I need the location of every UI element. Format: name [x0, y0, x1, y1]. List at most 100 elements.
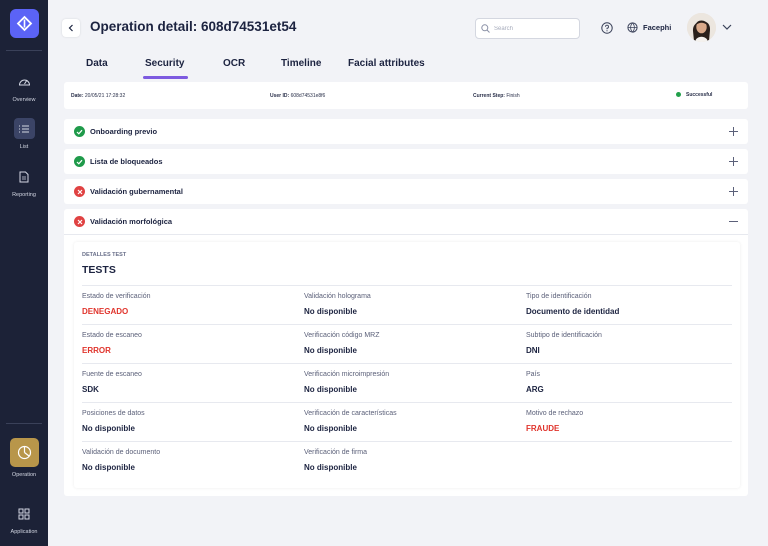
field-label: Tipo de identificación: [526, 293, 592, 300]
field-value: SDK: [82, 385, 99, 394]
globe-icon: [627, 22, 638, 33]
accordion-lista-bloqueados[interactable]: Lista de bloqueados: [64, 149, 748, 174]
user-menu[interactable]: Facephi: [627, 22, 671, 33]
field-label: Subtipo de identificación: [526, 332, 602, 339]
tab-security[interactable]: Security: [145, 58, 184, 69]
help-icon[interactable]: [601, 22, 613, 34]
detail-field: Estado de escaneo ERROR: [82, 324, 304, 363]
sidebar-item-label: Reporting: [12, 192, 36, 198]
field-value: No disponible: [82, 463, 135, 472]
field-value: No disponible: [82, 424, 135, 433]
date-value: 20/05/21 17:28:32: [84, 93, 126, 99]
field-value: No disponible: [304, 385, 357, 394]
active-tab-indicator: [143, 76, 188, 79]
row-divider: [82, 285, 732, 286]
document-icon: [14, 166, 35, 187]
test-details-card: DETALLES TEST TESTS Estado de verificaci…: [74, 242, 740, 488]
field-value: ERROR: [82, 346, 111, 355]
search-box[interactable]: [475, 18, 580, 39]
accordion-validacion-gubernamental[interactable]: Validación gubernamental: [64, 179, 748, 204]
speedometer-icon: [14, 71, 35, 92]
detail-field: Verificación de firma No disponible: [304, 441, 526, 480]
plus-icon[interactable]: [728, 126, 739, 137]
sidebar-divider: [6, 50, 42, 51]
field-value: FRAUDE: [526, 424, 560, 433]
accordion-validacion-morfologica[interactable]: Validación morfológica: [64, 209, 748, 234]
sidebar: Overview List Reporting Operation Applic…: [0, 0, 48, 546]
sidebar-item-list[interactable]: List: [0, 118, 48, 150]
plus-icon[interactable]: [728, 186, 739, 197]
tab-ocr[interactable]: OCR: [223, 58, 245, 69]
grid-icon: [14, 503, 35, 524]
field-value: No disponible: [304, 307, 357, 316]
current-step-info: Current Step: Finish: [473, 93, 520, 99]
field-value: ARG: [526, 385, 544, 394]
date-label: Date:: [71, 93, 84, 99]
search-input[interactable]: [494, 25, 574, 32]
row-divider: [82, 324, 732, 325]
back-button[interactable]: [62, 19, 80, 37]
current-step-value: Finish: [506, 93, 520, 99]
error-x-icon: [74, 216, 85, 227]
detail-field: País ARG: [526, 363, 748, 402]
detail-field: Verificación microimpresión No disponible: [304, 363, 526, 402]
field-label: Estado de verificación: [82, 293, 151, 300]
divider: [64, 234, 748, 235]
field-value: No disponible: [304, 346, 357, 355]
status-badge: Successful: [676, 92, 712, 98]
detail-field: Tipo de identificación Documento de ident…: [526, 285, 748, 324]
sidebar-item-label: List: [19, 144, 29, 150]
tab-facial-attributes[interactable]: Facial attributes: [348, 58, 425, 69]
field-label: Verificación microimpresión: [304, 371, 390, 378]
field-label: Verificación código MRZ: [304, 332, 380, 339]
sidebar-item-overview[interactable]: Overview: [0, 71, 48, 103]
sidebar-item-operation[interactable]: Operation: [0, 438, 48, 478]
user-id-label: User ID:: [270, 93, 290, 99]
field-label: Motivo de rechazo: [526, 410, 584, 417]
detail-field: Posiciones de datos No disponible: [82, 402, 304, 441]
field-label: Estado de escaneo: [82, 332, 142, 339]
chevron-down-icon[interactable]: [722, 24, 732, 30]
accordion-title: Lista de bloqueados: [90, 157, 163, 166]
user-avatar-icon: [687, 13, 716, 42]
detail-field: Validación holograma No disponible: [304, 285, 526, 324]
field-value: DENEGADO: [82, 307, 129, 316]
field-label: Validación de documento: [82, 449, 161, 456]
sidebar-item-application[interactable]: Application: [0, 503, 48, 535]
field-value: No disponible: [304, 424, 357, 433]
list-icon: [13, 118, 35, 139]
user-id-info: User ID: 608d74531e8f6: [270, 93, 325, 99]
field-label: Verificación de características: [304, 410, 397, 417]
detail-field: Verificación código MRZ No disponible: [304, 324, 526, 363]
section-title: TESTS: [82, 264, 116, 276]
tab-data[interactable]: Data: [86, 58, 108, 69]
status-dot-icon: [676, 92, 681, 97]
plus-icon[interactable]: [728, 156, 739, 167]
minus-icon[interactable]: [728, 216, 739, 227]
user-id-value: 608d74531e8f6: [290, 93, 326, 99]
tab-timeline[interactable]: Timeline: [281, 58, 321, 69]
app-logo-icon[interactable]: [10, 9, 39, 38]
field-value: DNI: [526, 346, 540, 355]
field-label: Validación holograma: [304, 293, 371, 300]
section-label: DETALLES TEST: [82, 252, 127, 258]
search-icon: [481, 24, 490, 33]
accordion-onboarding-previo[interactable]: Onboarding previo: [64, 119, 748, 144]
sidebar-item-reporting[interactable]: Reporting: [0, 166, 48, 198]
accordion-title: Validación gubernamental: [90, 187, 183, 196]
current-step-label: Current Step:: [473, 93, 505, 99]
row-divider: [82, 402, 732, 403]
check-icon: [74, 126, 85, 137]
row-divider: [82, 441, 732, 442]
pie-chart-icon: [9, 438, 39, 467]
field-label: País: [526, 371, 541, 378]
field-label: Verificación de firma: [304, 449, 368, 456]
field-label: Posiciones de datos: [82, 410, 145, 417]
field-value: Documento de identidad: [526, 307, 620, 316]
row-divider: [82, 363, 732, 364]
detail-field: Validación de documento No disponible: [82, 441, 304, 480]
detail-field: Subtipo de identificación DNI: [526, 324, 748, 363]
avatar[interactable]: [687, 13, 716, 42]
sidebar-item-label: Overview: [12, 97, 36, 103]
page-title: Operation detail: 608d74531et54: [90, 19, 297, 34]
